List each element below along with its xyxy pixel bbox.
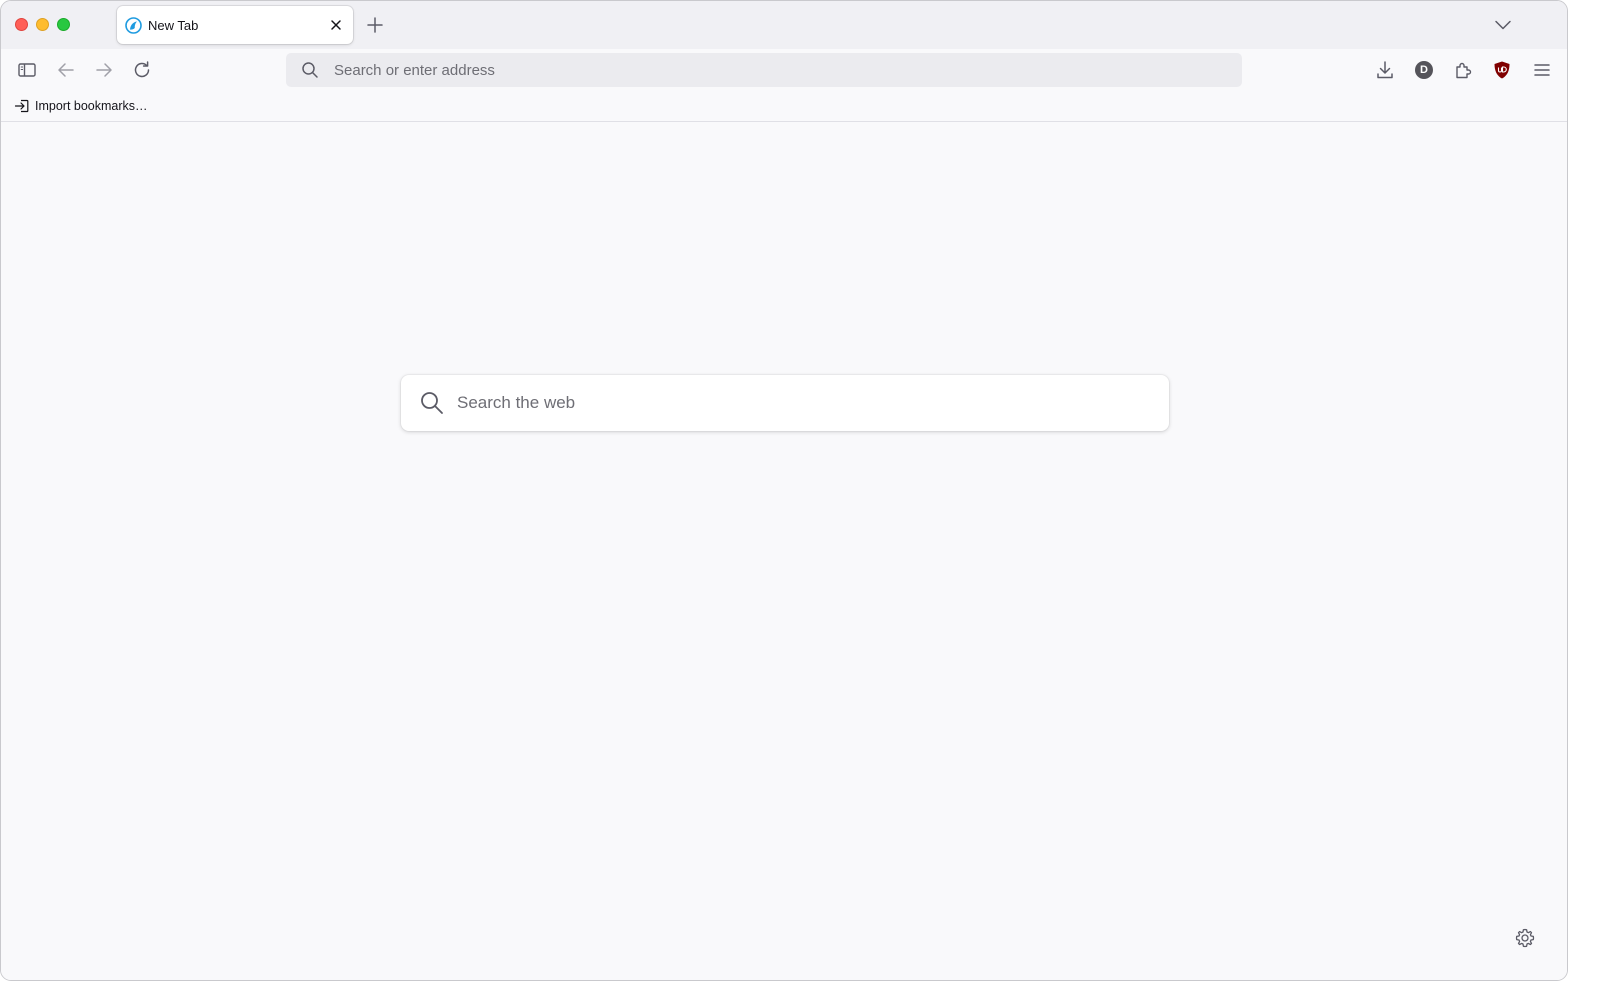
tab-title: New Tab xyxy=(148,18,199,33)
account-icon[interactable]: D xyxy=(1415,61,1433,79)
address-input[interactable] xyxy=(334,53,1214,87)
bookmarks-toolbar: Import bookmarks… xyxy=(1,91,1567,122)
search-icon xyxy=(421,392,443,414)
window-minimize-button[interactable] xyxy=(36,18,49,31)
navigation-toolbar: D xyxy=(1,49,1567,91)
sidebar-icon[interactable] xyxy=(16,59,38,81)
chevron-down-icon[interactable] xyxy=(1493,15,1513,35)
downloads-icon[interactable] xyxy=(1374,59,1396,81)
url-bar[interactable] xyxy=(286,53,1242,87)
import-icon xyxy=(14,99,29,113)
web-search-box[interactable] xyxy=(401,375,1169,431)
menu-icon[interactable] xyxy=(1531,59,1553,81)
tab-strip: New Tab xyxy=(1,1,1567,49)
close-icon[interactable] xyxy=(327,16,345,34)
gear-icon[interactable] xyxy=(1514,927,1536,949)
ublock-icon[interactable] xyxy=(1491,59,1513,81)
import-bookmarks-label: Import bookmarks… xyxy=(35,99,148,113)
extensions-icon[interactable] xyxy=(1452,59,1474,81)
account-initial: D xyxy=(1420,64,1428,76)
tab-new-tab[interactable]: New Tab xyxy=(117,6,353,44)
forward-icon[interactable] xyxy=(93,59,115,81)
search-icon xyxy=(302,62,318,78)
reload-icon[interactable] xyxy=(131,59,153,81)
new-tab-button[interactable] xyxy=(365,15,385,35)
web-search-input[interactable] xyxy=(457,375,1147,431)
new-tab-page xyxy=(1,122,1567,980)
firefox-icon xyxy=(125,17,142,34)
import-bookmarks-button[interactable]: Import bookmarks… xyxy=(14,97,148,115)
window-maximize-button[interactable] xyxy=(57,18,70,31)
browser-window: New Tab Search or enter address D Import… xyxy=(0,0,1568,981)
window-close-button[interactable] xyxy=(15,18,28,31)
back-icon[interactable] xyxy=(55,59,77,81)
